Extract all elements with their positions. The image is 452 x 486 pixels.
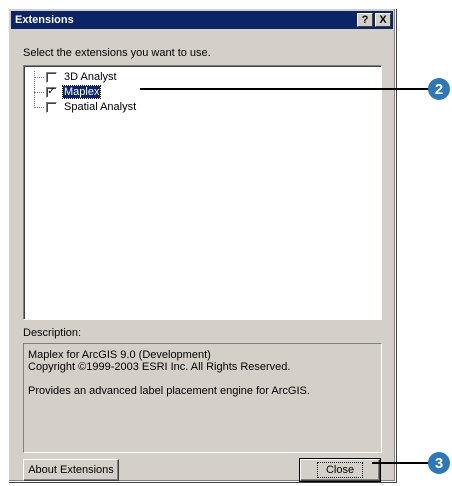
callout-2-line <box>140 88 434 90</box>
checkbox-3d-analyst[interactable] <box>46 71 57 83</box>
title-bar[interactable]: Extensions ? X <box>11 11 393 29</box>
help-button[interactable]: ? <box>357 13 373 27</box>
extension-label: Maplex <box>61 85 102 99</box>
description-line: Maplex for ArcGIS 9.0 (Development) <box>28 349 211 361</box>
extension-item-spatial-analyst[interactable]: Spatial Analyst <box>34 100 137 114</box>
checkbox-spatial-analyst[interactable] <box>46 101 57 113</box>
close-window-button[interactable]: X <box>375 13 391 27</box>
callout-3-badge: 3 <box>428 452 450 474</box>
description-line: Provides an advanced label placement eng… <box>28 385 310 397</box>
extension-label: 3D Analyst <box>64 71 117 83</box>
about-extensions-button[interactable]: About Extensions <box>23 459 119 481</box>
close-button[interactable]: Close <box>299 458 381 482</box>
callout-3-line <box>372 462 432 464</box>
prompt-text: Select the extensions you want to use. <box>23 47 211 59</box>
extension-item-3d-analyst[interactable]: 3D Analyst <box>34 70 118 84</box>
extensions-list[interactable]: 3D Analyst ✓ Maplex Spatial Analyst <box>23 65 382 320</box>
extension-label: Spatial Analyst <box>64 101 137 113</box>
checkbox-maplex[interactable]: ✓ <box>46 86 57 98</box>
description-line: Copyright ©1999-2003 ESRI Inc. All Right… <box>28 361 291 373</box>
extensions-dialog: Extensions ? X Select the extensions you… <box>8 8 396 482</box>
callout-2-badge: 2 <box>428 78 450 100</box>
description-box: Maplex for ArcGIS 9.0 (Development) Copy… <box>23 343 382 453</box>
close-button-label: Close <box>316 462 364 478</box>
dialog-title: Extensions <box>15 14 74 26</box>
description-label: Description: <box>23 327 82 339</box>
extension-item-maplex[interactable]: ✓ Maplex <box>34 85 102 99</box>
